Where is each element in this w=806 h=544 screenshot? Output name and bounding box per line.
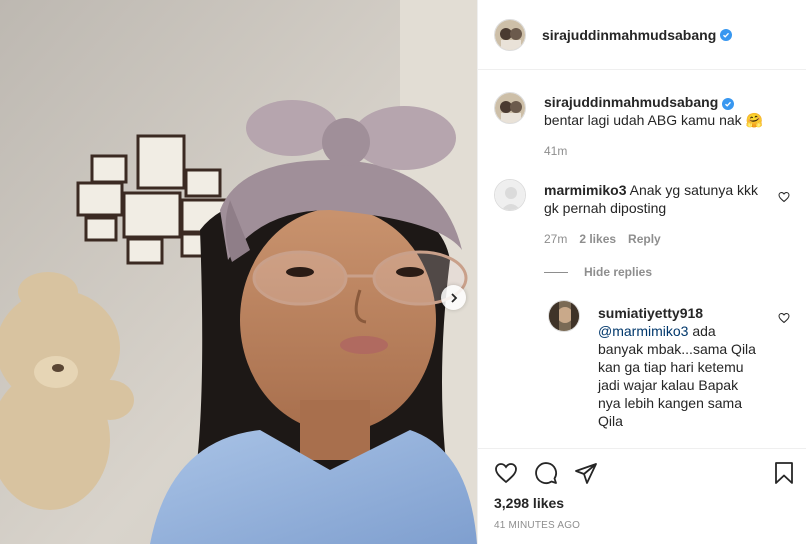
next-photo-button[interactable] [441,285,466,310]
reply-mention-link[interactable]: @marmimiko3 [598,323,688,339]
post-timestamp[interactable]: 41 MINUTES AGO [494,520,580,531]
post-photo[interactable] [0,0,477,544]
comment-meta: 27m 2 likes Reply [544,232,661,246]
chevron-right-icon [450,292,457,303]
action-icons [494,461,598,485]
comments-section: sirajuddinmahmudsabang bentar lagi udah … [478,71,806,448]
comment-bubble-icon[interactable] [534,461,558,485]
author-username[interactable]: sirajuddinmahmudsabang [542,27,716,43]
caption-text: bentar lagi udah ABG kamu nak 🤗 [544,112,764,128]
comment-time[interactable]: 27m [544,232,567,246]
action-bar: 3,298 likes 41 MINUTES AGO [478,448,806,544]
caption-username[interactable]: sirajuddinmahmudsabang [544,94,718,110]
caption: sirajuddinmahmudsabang bentar lagi udah … [494,92,790,172]
like-comment-heart-icon[interactable] [778,191,790,203]
avatar-image [495,93,525,123]
post-header: sirajuddinmahmudsabang [478,0,806,70]
caption-meta: 41m [544,144,567,158]
verified-badge-icon [722,98,735,110]
paper-plane-icon[interactable] [574,461,598,485]
reply-button[interactable]: Reply [628,232,661,246]
verified-badge-icon [720,28,733,41]
bookmark-icon [775,462,793,484]
divider-line [544,271,568,273]
reply-item: sumiatiyetty918 @marmimiko3 ada banyak m… [548,300,790,440]
caption-time[interactable]: 41m [544,144,567,158]
comment-text-block: marmimiko3 Anak yg satunya kkk gk pernah… [544,181,759,217]
caption-text-block: sirajuddinmahmudsabang bentar lagi udah … [544,93,774,129]
like-reply-heart-icon[interactable] [778,312,790,324]
comment-likes[interactable]: 2 likes [579,232,616,246]
hide-replies-button[interactable]: Hide replies [544,265,652,279]
save-button[interactable] [772,461,796,485]
likes-count[interactable]: 3,298 likes [494,495,564,511]
comment-username[interactable]: marmimiko3 [544,182,626,198]
avatar-image [549,301,579,331]
author-avatar[interactable] [494,18,526,51]
post-panel: sirajuddinmahmudsabang sirajuddinmahmuds… [477,0,806,544]
avatar-image [495,19,525,50]
heart-icon[interactable] [494,461,518,485]
replier-avatar[interactable] [548,300,580,332]
comment-item: marmimiko3 Anak yg satunya kkk gk pernah… [494,179,790,259]
caption-avatar[interactable] [494,92,526,124]
reply-username[interactable]: sumiatiyetty918 [598,305,703,321]
default-avatar-icon [495,180,525,210]
commenter-avatar[interactable] [494,179,526,211]
post-photo-image [0,0,477,544]
hide-replies-label: Hide replies [584,265,653,279]
reply-text-block: sumiatiyetty918 @marmimiko3 ada banyak m… [598,304,758,430]
